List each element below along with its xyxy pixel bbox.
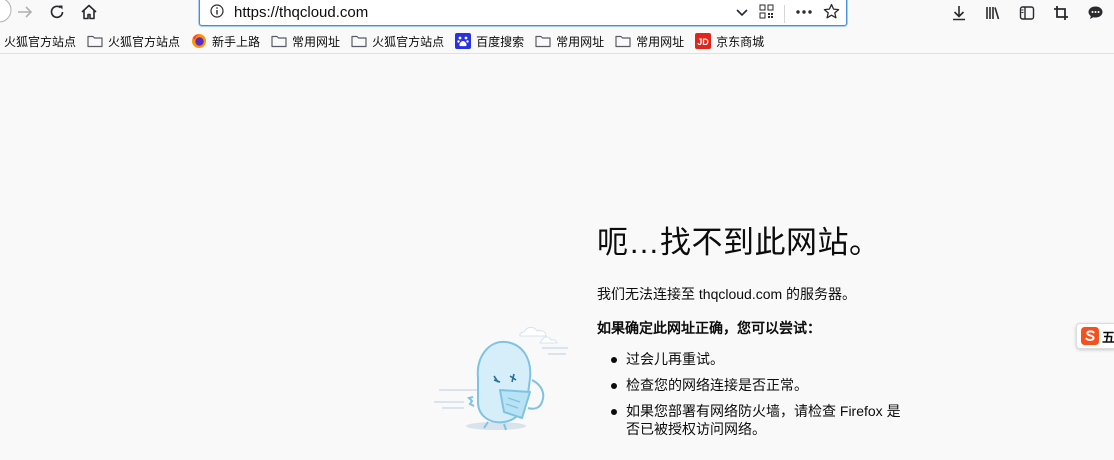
bookmark-item[interactable]: 火狐官方站点 xyxy=(351,30,444,52)
error-title: 呃…找不到此网站。 xyxy=(597,225,881,260)
bookmark-item[interactable]: 常用网址 xyxy=(615,30,684,52)
sogou-ime-widget[interactable]: 五 xyxy=(1076,323,1114,349)
suggestion-list: 过会儿再重试。 检查您的网络连接是否正常。 如果您部署有网络防火墙，请检查 Fi… xyxy=(611,350,906,446)
reload-icon xyxy=(50,5,64,19)
home-icon xyxy=(81,4,97,20)
error-description: 我们无法连接至 thqcloud.com 的服务器。 xyxy=(597,286,857,302)
bookmark-label: 百度搜索 xyxy=(476,34,525,49)
back-icon xyxy=(0,0,12,23)
bookmark-item[interactable]: 常用网址 xyxy=(271,30,340,52)
bookmark-label: 京东商城 xyxy=(716,34,765,49)
bookmark-label: 常用网址 xyxy=(292,34,341,49)
sidebar-icon[interactable] xyxy=(1016,2,1038,24)
home-button[interactable] xyxy=(76,1,102,23)
nav-toolbar: https://thqcloud.com xyxy=(0,0,1114,28)
library-icon[interactable] xyxy=(982,2,1004,24)
suggestion-item: 过会儿再重试。 xyxy=(611,350,906,368)
bookmark-label: 常用网址 xyxy=(636,34,685,49)
page-actions-icon[interactable] xyxy=(795,5,813,24)
downloads-icon[interactable] xyxy=(948,2,970,24)
reload-button[interactable] xyxy=(44,1,70,23)
firefox-icon xyxy=(191,33,207,49)
suggestion-item: 如果您部署有网络防火墙，请检查 Firefox 是否已被授权访问网络。 xyxy=(611,402,906,438)
bookmarks-toolbar: 火狐官方站点 火狐官方站点 新手上路 常用网址 火狐官方站点 百度搜索 常用网址 常用网址 JD… xyxy=(0,29,1114,54)
bookmark-item[interactable]: 火狐官方站点 xyxy=(87,30,180,52)
bookmark-item[interactable]: 常用网址 xyxy=(535,30,604,52)
folder-icon xyxy=(535,34,551,48)
folder-icon xyxy=(351,34,367,48)
qr-code-icon[interactable] xyxy=(759,4,774,24)
site-info-icon[interactable] xyxy=(210,4,224,23)
bookmark-item[interactable]: 新手上路 xyxy=(191,30,260,52)
bookmark-label: 常用网址 xyxy=(556,34,605,49)
folder-icon xyxy=(271,34,287,48)
suggestion-heading: 如果确定此网址正确，您可以尝试： xyxy=(597,320,821,336)
suggestion-item: 检查您的网络连接是否正常。 xyxy=(611,376,906,394)
svg-text:JD: JD xyxy=(697,37,709,47)
ime-mode-label: 五 xyxy=(1101,329,1114,345)
forward-button[interactable] xyxy=(12,1,38,23)
forward-arrow-icon xyxy=(18,6,33,18)
bookmark-label: 火狐官方站点 xyxy=(108,34,181,49)
screenshot-crop-icon[interactable] xyxy=(1050,2,1072,24)
url-text[interactable]: https://thqcloud.com xyxy=(234,4,368,21)
bookmark-star-icon[interactable] xyxy=(823,3,840,25)
baidu-icon xyxy=(455,33,472,49)
folder-icon xyxy=(615,34,631,48)
bookmark-item[interactable]: 火狐官方站点 xyxy=(4,30,76,52)
bookmark-label: 火狐官方站点 xyxy=(4,34,77,49)
chevron-down-icon[interactable] xyxy=(735,5,749,24)
bookmark-label: 火狐官方站点 xyxy=(372,34,445,49)
bookmark-item[interactable]: 百度搜索 xyxy=(455,30,524,52)
back-button[interactable] xyxy=(0,0,12,23)
folder-icon xyxy=(87,34,103,48)
chat-bubble-icon[interactable] xyxy=(1084,2,1106,24)
url-separator xyxy=(784,5,785,23)
bookmark-label: 新手上路 xyxy=(212,34,261,49)
url-bar[interactable]: https://thqcloud.com xyxy=(199,0,847,26)
bookmark-item[interactable]: JD 京东商城 xyxy=(695,30,764,52)
confused-monster-illustration xyxy=(434,318,579,443)
sogou-s-icon xyxy=(1081,327,1099,345)
jd-icon: JD xyxy=(695,33,712,49)
